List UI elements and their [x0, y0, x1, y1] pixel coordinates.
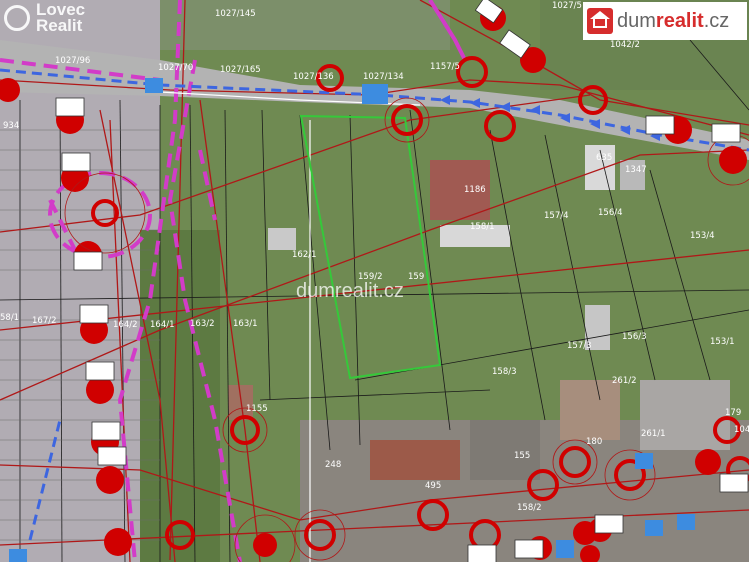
parcel-label: 180 — [586, 437, 602, 447]
parcel-label: 1027/70 — [158, 63, 193, 73]
parcel-label: 156/3 — [622, 332, 647, 342]
parcel-label: 1027/134 — [363, 72, 404, 82]
parcel-label: 179 — [725, 408, 741, 418]
lovec-logo-icon — [4, 5, 30, 31]
roof-1 — [370, 440, 460, 480]
parcel-label: 164/2 — [113, 320, 138, 330]
building-635 — [585, 145, 615, 190]
parcel-label: 153/4 — [690, 231, 715, 241]
parcel-label: 248 — [325, 460, 341, 470]
parcel-label: 155 — [514, 451, 530, 461]
roof-3 — [560, 380, 620, 440]
parcel-label: 495 — [425, 481, 441, 491]
parcel-label: 156/4 — [598, 208, 623, 218]
parcel-label: 1347 — [625, 165, 647, 175]
cadastral-map[interactable]: 1027/145 1027/5 1042/2 1027/96 1027/70 1… — [0, 0, 749, 562]
house-logo-icon — [587, 8, 613, 34]
parcel-label: 159 — [408, 272, 424, 282]
lovec-logo-line2: Realit — [36, 16, 83, 35]
parcel-label: 635 — [596, 153, 612, 163]
parcel-label: 158/1 — [470, 222, 495, 232]
building-162-1 — [268, 228, 296, 250]
parcel-label: 162/1 — [292, 250, 317, 260]
parcel-label: 1042/2 — [610, 40, 640, 50]
logo-text-cz: .cz — [703, 9, 730, 32]
dumrealit-logo[interactable]: dumrealit.cz — [583, 2, 747, 40]
roof-2 — [470, 420, 540, 480]
parcel-label: 104 — [734, 425, 749, 435]
building-1155 — [228, 385, 253, 420]
parcel-label: 1027/96 — [55, 56, 90, 66]
dumrealit-logo-text: dumrealit.cz — [617, 10, 729, 33]
parcel-label: 1186 — [464, 185, 486, 195]
parcel-label: 163/2 — [190, 319, 215, 329]
logo-text-dum: dum — [617, 9, 656, 32]
parcel-label: 261/1 — [641, 429, 666, 439]
parcel-label: 261/2 — [612, 376, 637, 386]
parcel-label: 158/3 — [492, 367, 517, 377]
parcel-label: 58/1 — [0, 313, 19, 323]
parcel-label: 153/1 — [710, 337, 735, 347]
parcel-label: 1027/5 — [552, 1, 582, 11]
parcel-label: 157/3 — [567, 341, 592, 351]
lovec-logo-text: Lovec Realit — [36, 1, 85, 35]
logo-text-realit: realit — [655, 9, 704, 32]
parcel-label: 157/4 — [544, 211, 569, 221]
parcel-label: 158/2 — [517, 503, 542, 513]
parcel-label: 164/1 — [150, 320, 175, 330]
parcel-label: 934 — [3, 121, 19, 131]
aerial-north-block — [160, 0, 450, 50]
parcel-label: 1027/145 — [215, 9, 256, 19]
lovec-realit-watermark: Lovec Realit — [4, 1, 85, 35]
parcel-label: 1027/165 — [220, 65, 261, 75]
parcel-label: 167/2 — [32, 316, 57, 326]
parcel-label: 163/1 — [233, 319, 258, 329]
parcel-label: 1157/5 — [430, 62, 460, 72]
parcel-label: 1027/136 — [293, 72, 334, 82]
roof-4 — [640, 380, 730, 450]
center-watermark: dumrealit.cz — [296, 280, 404, 302]
parcel-label: 1155 — [246, 404, 268, 414]
